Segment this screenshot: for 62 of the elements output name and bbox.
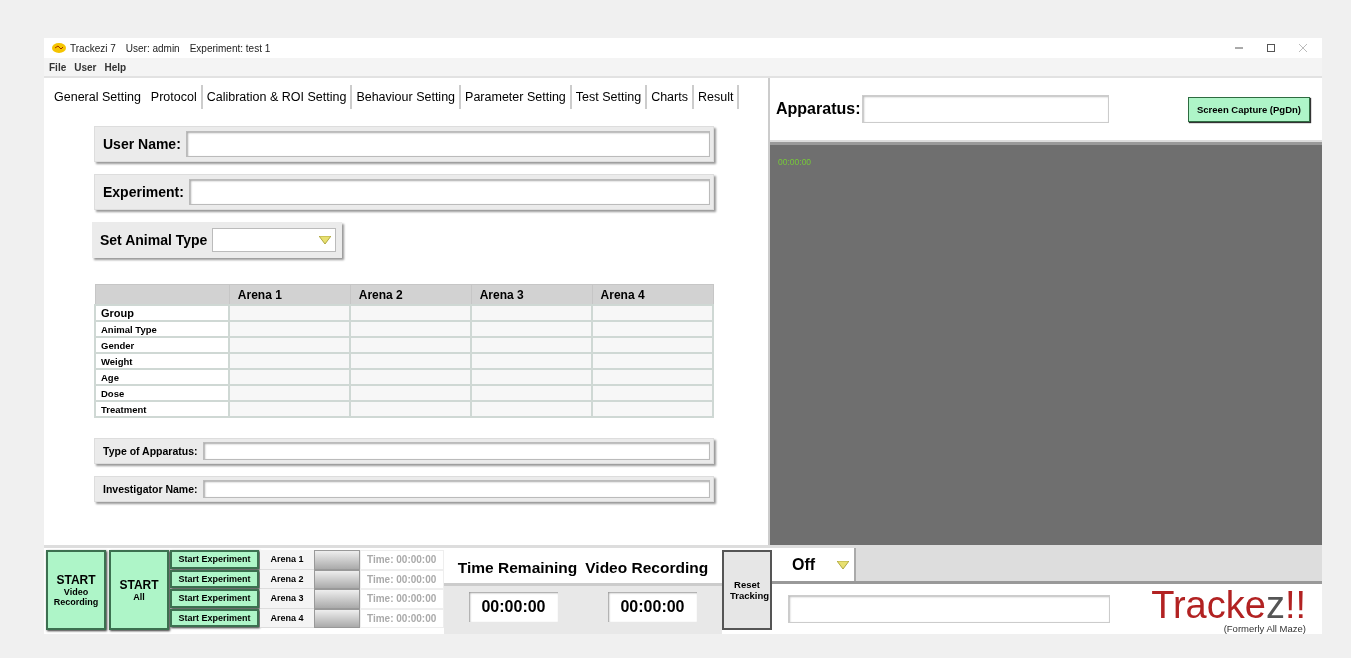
reset-tracking-button[interactable]: Reset Tracking xyxy=(722,550,772,630)
menu-item[interactable]: File xyxy=(49,61,67,73)
start-video-recording-button[interactable]: START Video Recording xyxy=(46,550,106,630)
status-indicator xyxy=(314,550,360,570)
apparatus-label: Apparatus: xyxy=(776,100,861,118)
arena-timer: Time: 00:00:00 xyxy=(360,569,444,589)
recording-mode-dropdown[interactable]: Off xyxy=(772,548,856,581)
table-cell[interactable] xyxy=(229,305,351,321)
arena-label: Arena 4 xyxy=(260,608,314,628)
input-field[interactable] xyxy=(202,480,710,498)
close-icon[interactable] xyxy=(1298,43,1308,53)
dropdown-arrow-icon xyxy=(319,236,332,244)
input-field[interactable] xyxy=(185,131,710,157)
start-all-button[interactable]: START All xyxy=(109,550,169,630)
animal-type-dropdown[interactable] xyxy=(212,228,337,252)
app-logo-icon xyxy=(52,43,66,53)
menu-item[interactable]: Help xyxy=(104,61,127,73)
logo-tagline: (Formerly All Maze) xyxy=(1223,623,1306,634)
status-indicator xyxy=(314,608,360,628)
video-timestamp: 00:00:00 xyxy=(778,157,812,167)
status-indicator xyxy=(314,589,360,609)
field-label: User Name: xyxy=(102,136,182,152)
arena-timer: Time: 00:00:00 xyxy=(360,589,444,609)
row-header: Gender xyxy=(95,337,230,353)
apparatus-field[interactable] xyxy=(862,95,1110,123)
row-header: Weight xyxy=(95,353,230,369)
row-header: Group xyxy=(95,305,230,321)
table-cell[interactable] xyxy=(350,305,472,321)
experiment-label: Experiment: test 1 xyxy=(189,42,271,54)
video-recording-value: 00:00:00 xyxy=(608,592,697,622)
row-header: Animal Type xyxy=(95,321,230,337)
row-header: Dose xyxy=(95,385,230,401)
input-field[interactable] xyxy=(188,179,710,205)
table-cell[interactable] xyxy=(592,305,713,321)
table-cell[interactable] xyxy=(471,305,593,321)
arena-label: Arena 3 xyxy=(260,589,314,609)
arena-timer: Time: 00:00:00 xyxy=(360,608,444,628)
screen-capture-button[interactable]: Screen Capture (PgDn) xyxy=(1188,96,1310,122)
time-remaining-label: Time Remaining xyxy=(457,559,578,577)
user-label: User: admin xyxy=(125,42,180,54)
time-remaining-value: 00:00:00 xyxy=(469,592,558,622)
row-header: Age xyxy=(95,369,230,385)
start-experiment-button[interactable]: Start Experiment xyxy=(170,608,259,627)
row-header: Treatment xyxy=(95,401,230,417)
video-recording-label: Video Recording xyxy=(585,559,709,577)
field-label: Set Animal Type xyxy=(99,232,209,248)
dropdown-arrow-icon xyxy=(837,560,850,569)
field-label: Experiment: xyxy=(102,184,185,200)
arena-timer: Time: 00:00:00 xyxy=(360,550,444,570)
field-label: Type of Apparatus: xyxy=(102,445,199,457)
input-field[interactable] xyxy=(202,442,710,460)
start-experiment-button[interactable]: Start Experiment xyxy=(170,569,259,588)
start-experiment-button[interactable]: Start Experiment xyxy=(170,589,259,608)
logo-wordmark: Trackez!! xyxy=(1151,586,1306,624)
field-label: Investigator Name: xyxy=(102,483,199,495)
app-title: Trackezi 7 xyxy=(70,42,116,54)
menu-item[interactable]: User xyxy=(74,61,97,73)
arena-label: Arena 1 xyxy=(260,550,314,570)
status-indicator xyxy=(314,569,360,589)
arena-label: Arena 2 xyxy=(260,569,314,589)
start-experiment-button[interactable]: Start Experiment xyxy=(170,550,259,569)
maximize-icon[interactable] xyxy=(1266,43,1276,53)
